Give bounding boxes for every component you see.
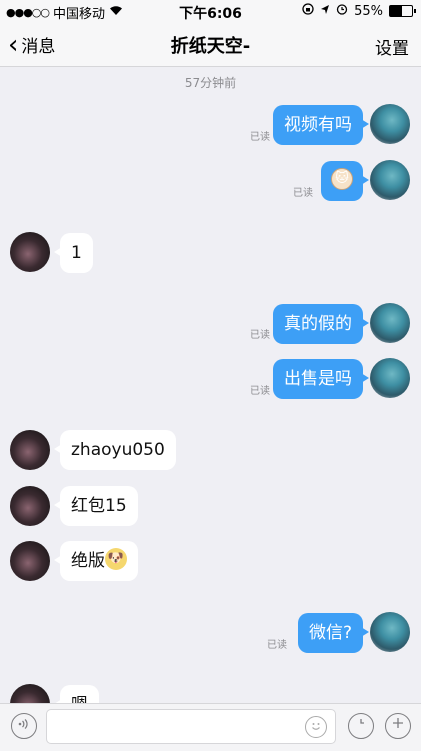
message-bubble-incoming[interactable]: 绝版 🐶: [54, 541, 138, 581]
battery-fill: [390, 6, 403, 16]
alarm-icon: [336, 3, 348, 19]
contact-avatar[interactable]: [10, 232, 50, 272]
my-avatar[interactable]: [370, 612, 410, 652]
chat-title: 折纸天空-: [170, 36, 251, 57]
contact-avatar[interactable]: [10, 430, 50, 470]
voice-icon: [18, 718, 30, 734]
wifi-icon: [109, 5, 123, 20]
nav-bar: ‹ 消息 折纸天空- 设置: [0, 22, 421, 67]
message-text: 出售是吗: [284, 369, 352, 389]
smile-icon[interactable]: [305, 716, 327, 738]
message-text: zhaoyu050: [71, 440, 165, 460]
voice-button[interactable]: [11, 713, 37, 739]
chat-timestamp: 57分钟前: [184, 76, 237, 90]
message-bubble-outgoing[interactable]: 微信?: [297, 613, 370, 653]
doge-emoji-icon: 🐶: [105, 548, 127, 570]
plus-button[interactable]: [385, 713, 411, 739]
contact-avatar[interactable]: [10, 486, 50, 526]
battery-icon: [389, 5, 416, 17]
message-input[interactable]: [46, 709, 336, 744]
message-bubble-incoming[interactable]: zhaoyu050: [54, 430, 176, 470]
read-receipt: 已读: [250, 132, 270, 143]
read-receipt: 已读: [267, 640, 287, 651]
message-bubble-incoming[interactable]: 1: [54, 233, 93, 273]
status-left: ●●●○○ 中国移动: [6, 3, 123, 22]
plus-icon: [391, 718, 405, 734]
read-receipt: 已读: [293, 188, 313, 199]
message-bubble-incoming[interactable]: 红包15: [54, 486, 138, 526]
contact-avatar[interactable]: [10, 541, 50, 581]
settings-button[interactable]: 设置: [375, 34, 409, 59]
my-avatar[interactable]: [370, 104, 410, 144]
message-bubble-outgoing[interactable]: 视频有吗: [273, 105, 369, 145]
back-label: 消息: [21, 37, 56, 57]
message-text: 1: [71, 243, 82, 263]
read-receipt: 已读: [250, 330, 270, 341]
status-bar: ●●●○○ 中国移动 下午6:06 55%: [0, 0, 421, 22]
chevron-left-icon: ‹: [8, 29, 19, 60]
clock-icon: [354, 718, 368, 734]
message-text: 红包15: [71, 496, 127, 516]
my-avatar[interactable]: [370, 160, 410, 200]
cat-emoji-icon: 🐱: [331, 168, 353, 190]
message-bubble-outgoing[interactable]: 真的假的: [273, 304, 369, 344]
my-avatar[interactable]: [370, 358, 410, 398]
back-button[interactable]: ‹ 消息: [8, 29, 56, 60]
status-right: 55%: [302, 3, 416, 19]
message-bubble-outgoing[interactable]: 🐱: [321, 161, 369, 201]
my-avatar[interactable]: [370, 303, 410, 343]
message-bubble-outgoing[interactable]: 出售是吗: [273, 359, 369, 399]
carrier-label: 中国移动: [53, 7, 106, 22]
lock-rotation-icon: [302, 3, 314, 19]
location-icon: [320, 4, 330, 19]
message-text: 真的假的: [284, 314, 352, 334]
read-receipt: 已读: [250, 386, 270, 397]
signal-icon: ●●●○○: [6, 6, 50, 19]
message-text: 视频有吗: [284, 115, 352, 135]
input-bar: [0, 703, 421, 751]
message-text: 绝版: [71, 551, 105, 571]
battery-percent: 55%: [354, 3, 383, 19]
clock-button[interactable]: [348, 713, 374, 739]
message-text: 微信?: [308, 623, 352, 643]
